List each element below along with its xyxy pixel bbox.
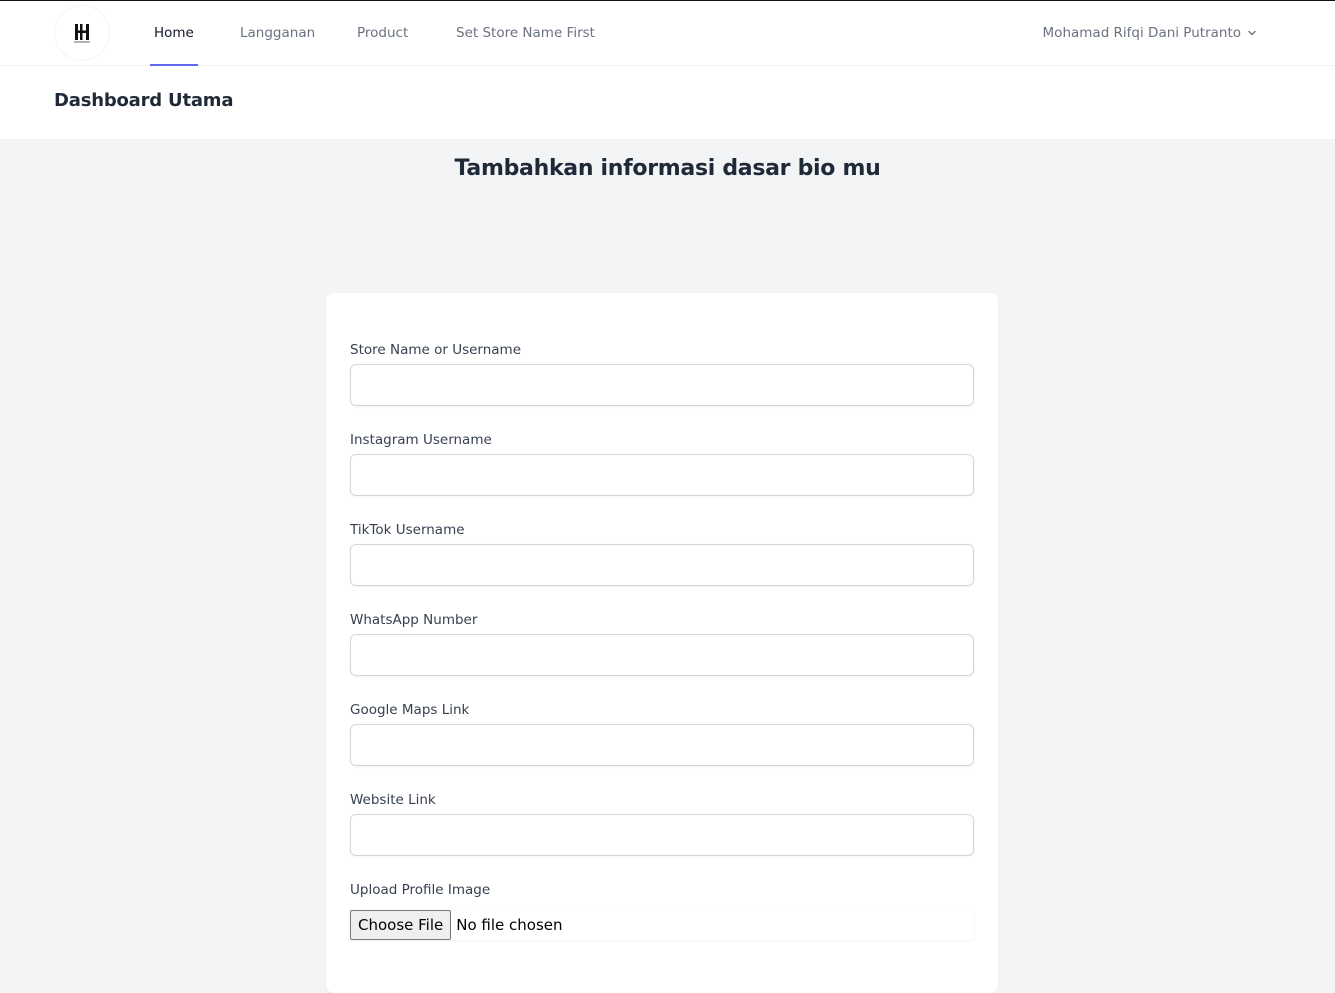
nav-set-store-name[interactable]: Set Store Name First <box>452 1 599 66</box>
website-input[interactable] <box>350 814 974 856</box>
form-heading: Tambahkan informasi dasar bio mu <box>454 156 881 181</box>
whatsapp-label: WhatsApp Number <box>350 612 478 628</box>
upload-group: Upload Profile Image Choose File No file… <box>350 882 974 940</box>
store-name-label: Store Name or Username <box>350 342 522 358</box>
tiktok-label: TikTok Username <box>350 522 465 538</box>
page-title: Dashboard Utama <box>54 90 234 111</box>
instagram-label: Instagram Username <box>350 432 492 448</box>
store-logo-icon[interactable] <box>54 5 110 61</box>
file-upload[interactable]: Choose File No file chosen <box>350 910 974 940</box>
nav-langganan[interactable]: Langganan <box>236 1 319 66</box>
store-name-input[interactable] <box>350 364 974 406</box>
whatsapp-input[interactable] <box>350 634 974 676</box>
choose-file-button[interactable]: Choose File <box>350 910 452 940</box>
logo-mark <box>74 24 90 43</box>
instagram-input[interactable] <box>350 454 974 496</box>
upload-label: Upload Profile Image <box>350 882 491 898</box>
tiktok-input[interactable] <box>350 544 974 586</box>
file-status: No file chosen <box>456 916 563 934</box>
nav-product[interactable]: Product <box>353 1 412 66</box>
page-header: Dashboard Utama <box>0 66 1335 139</box>
bio-form-card: Store Name or Username Instagram Usernam… <box>326 293 998 993</box>
google-maps-label: Google Maps Link <box>350 702 470 718</box>
website-label: Website Link <box>350 792 436 808</box>
tiktok-group: TikTok Username <box>350 522 974 586</box>
store-name-group: Store Name or Username <box>350 342 974 406</box>
instagram-group: Instagram Username <box>350 432 974 496</box>
google-maps-input[interactable] <box>350 724 974 766</box>
website-group: Website Link <box>350 792 974 856</box>
google-maps-group: Google Maps Link <box>350 702 974 766</box>
navbar: Home Langganan Product Set Store Name Fi… <box>0 1 1335 66</box>
whatsapp-group: WhatsApp Number <box>350 612 974 676</box>
nav-home[interactable]: Home <box>150 1 198 66</box>
user-menu[interactable]: Mohamad Rifqi Dani Putranto <box>1043 1 1257 64</box>
chevron-down-icon <box>1248 30 1256 35</box>
user-name: Mohamad Rifqi Dani Putranto <box>1042 24 1241 41</box>
